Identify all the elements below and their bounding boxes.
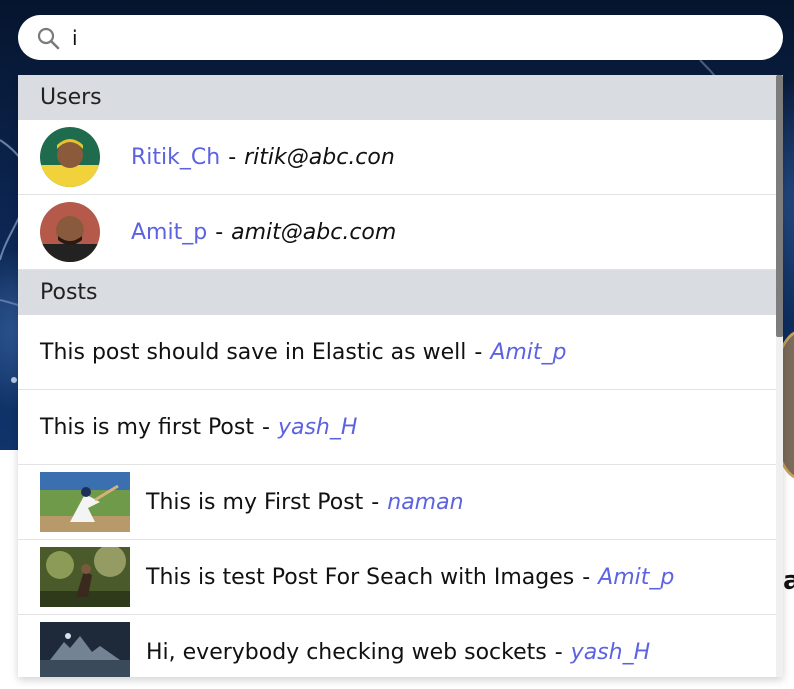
user-email: amit@abc.com bbox=[231, 219, 397, 245]
post-result-item[interactable]: Hi, everybody checking web sockets - yas… bbox=[18, 615, 776, 677]
separator: - bbox=[554, 639, 563, 665]
post-author-link[interactable]: yash_H bbox=[571, 640, 650, 665]
separator: - bbox=[228, 144, 237, 170]
post-result-item[interactable]: This is test Post For Seach with Images … bbox=[18, 540, 776, 615]
post-author-link[interactable]: yash_H bbox=[278, 415, 357, 440]
search-results-dropdown[interactable]: Users Ritik_Ch - ritik@abc.con Amit_p - … bbox=[18, 75, 783, 677]
post-author-link[interactable]: naman bbox=[387, 490, 463, 515]
partial-background-text: a bbox=[783, 566, 794, 596]
post-result-item[interactable]: This post should save in Elastic as well… bbox=[18, 315, 776, 390]
separator: - bbox=[371, 489, 380, 515]
post-text: This is test Post For Seach with Images bbox=[146, 564, 575, 590]
post-text: This is my First Post bbox=[146, 489, 364, 515]
post-thumbnail bbox=[40, 472, 130, 532]
post-thumbnail bbox=[40, 547, 130, 607]
separator: - bbox=[582, 564, 591, 590]
post-author-link[interactable]: Amit_p bbox=[598, 565, 674, 590]
separator: - bbox=[215, 219, 224, 245]
post-text: This post should save in Elastic as well bbox=[40, 339, 467, 365]
post-result-item[interactable]: This is my First Post - naman bbox=[18, 465, 776, 540]
scrollbar-thumb[interactable] bbox=[776, 75, 783, 337]
separator: - bbox=[474, 339, 483, 365]
users-section-header: Users bbox=[18, 75, 776, 120]
post-text: Hi, everybody checking web sockets bbox=[146, 639, 547, 665]
post-author-link[interactable]: Amit_p bbox=[490, 340, 566, 365]
search-icon bbox=[36, 25, 62, 51]
separator: - bbox=[261, 414, 270, 440]
user-email: ritik@abc.con bbox=[244, 144, 395, 170]
search-bar[interactable] bbox=[18, 15, 783, 60]
avatar bbox=[40, 202, 100, 262]
user-result-item[interactable]: Amit_p - amit@abc.com bbox=[18, 195, 776, 270]
search-input[interactable] bbox=[72, 22, 752, 53]
user-name-link[interactable]: Ritik_Ch bbox=[131, 145, 220, 170]
posts-section-header: Posts bbox=[18, 270, 776, 315]
post-thumbnail bbox=[40, 622, 130, 677]
user-name-link[interactable]: Amit_p bbox=[131, 220, 207, 245]
avatar bbox=[40, 127, 100, 187]
post-result-item[interactable]: This is my first Post - yash_H bbox=[18, 390, 776, 465]
user-result-item[interactable]: Ritik_Ch - ritik@abc.con bbox=[18, 120, 776, 195]
post-text: This is my first Post bbox=[40, 414, 254, 440]
